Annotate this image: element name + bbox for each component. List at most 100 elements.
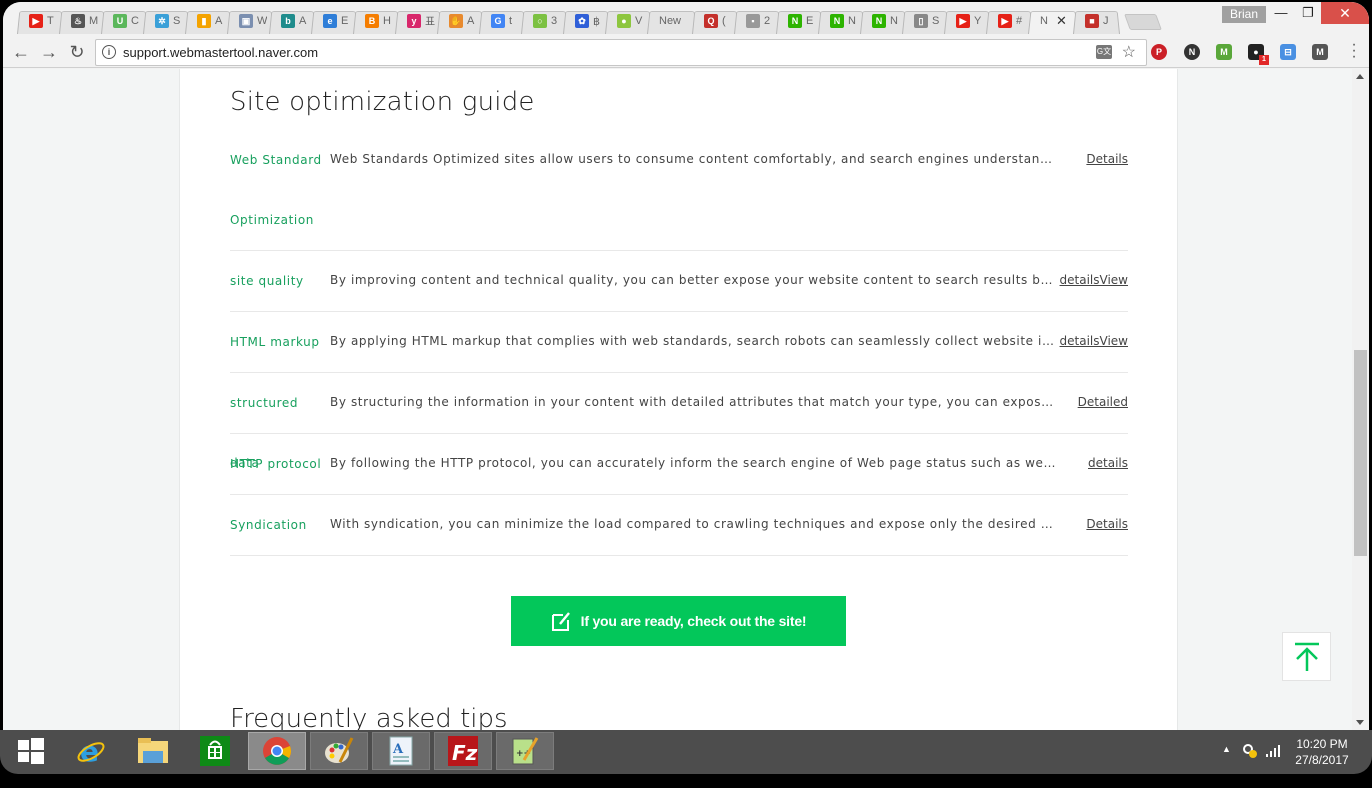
browser-tab[interactable]: ○ 3 [521, 8, 568, 34]
tab-strip: ▶ T ♨ M U C ✲ S ▮ A ▣ Wb Ae E B Hy 표 ✋ A Gt ○ 3 ✿ ฿ ● V New Q(▪ 2 N E N… [3, 2, 1369, 36]
paint-icon [325, 737, 354, 763]
paw-icon: ✿ [575, 14, 589, 28]
guide-item-description: By following the HTTP protocol, you can … [330, 456, 1060, 470]
info-icon[interactable]: i [102, 45, 116, 59]
minimize-button[interactable]: — [1266, 2, 1296, 24]
browser-tab[interactable]: ✿ ฿ [563, 8, 610, 34]
browser-tab[interactable]: ▮ A [185, 8, 232, 34]
forward-button[interactable]: → [37, 40, 61, 64]
taskbar-chrome[interactable] [248, 732, 306, 770]
taskbar-internet-explorer[interactable]: e [62, 732, 120, 770]
taskbar-wordpad[interactable]: A [372, 732, 430, 770]
new-tab-button[interactable] [1127, 14, 1159, 30]
scrollbar-thumb[interactable] [1354, 350, 1367, 556]
guide-item-title[interactable]: site quality [230, 251, 328, 311]
details-link[interactable]: Detailed [1078, 395, 1128, 409]
naver-n-icon[interactable]: N [1184, 44, 1200, 60]
tab-title: S [173, 15, 181, 27]
browser-tab[interactable]: Gt [479, 8, 526, 34]
tab-title: Y [974, 15, 982, 27]
guide-row: site quality By improving content and tec… [230, 251, 1128, 312]
guide-item-title[interactable]: Syndication [230, 495, 328, 555]
browser-tab[interactable]: ✲ S [143, 8, 190, 34]
network-signal-icon[interactable] [1266, 743, 1282, 757]
tag-extension-icon[interactable]: ⊟ [1280, 44, 1296, 60]
guide-item-title[interactable]: HTTP protocol [230, 434, 328, 494]
browser-tab[interactable]: NN [860, 8, 907, 34]
start-button[interactable] [2, 732, 60, 770]
browser-tab[interactable]: ▯ S [902, 8, 949, 34]
browser-tab[interactable]: ▣ W [227, 8, 274, 34]
tab-title: # [1016, 15, 1023, 27]
browser-tab[interactable]: UC [101, 8, 148, 34]
main-content: Site optimization guide Web Standard Opt… [179, 69, 1178, 730]
tab-title: H [383, 15, 391, 27]
browser-tab[interactable]: ▶ Y [944, 8, 991, 34]
tab-title: E [341, 15, 349, 27]
scroll-to-top-button[interactable] [1282, 632, 1331, 681]
store-icon [200, 736, 230, 766]
tab-title: ฿ [593, 15, 600, 28]
clock-date: 27/8/2017 [1295, 753, 1349, 767]
browser-tab[interactable]: NN [818, 8, 865, 34]
system-clock[interactable]: 10:20 PM 27/8/2017 [1292, 736, 1352, 768]
browser-tab[interactable]: ■ J [1073, 8, 1120, 34]
taskbar-notepad-plus-plus[interactable]: ++ [496, 732, 554, 770]
browser-tab[interactable]: ✋ A [437, 8, 484, 34]
notepad-plus-plus-icon: ++ [512, 737, 539, 765]
tab-active[interactable]: N ✕ [1028, 8, 1078, 34]
profile-button[interactable]: Brian [1222, 6, 1266, 23]
scroll-up-arrow[interactable] [1356, 74, 1364, 79]
details-link[interactable]: Details [1086, 517, 1128, 531]
browser-tab[interactable]: BH [353, 8, 400, 34]
browser-tab[interactable]: ▶ T [17, 8, 64, 34]
taskbar-paint[interactable] [310, 732, 368, 770]
browser-tab[interactable]: Q( [692, 8, 739, 34]
details-link[interactable]: detailsView [1060, 273, 1128, 287]
browser-tab[interactable]: New [647, 8, 697, 34]
browser-tab[interactable]: NE [776, 8, 823, 34]
translate-icon[interactable]: G文 [1096, 45, 1112, 59]
menu-icon[interactable]: · · · [1349, 37, 1359, 65]
url-text[interactable]: support.webmastertool.naver.com [123, 45, 318, 60]
vertical-scrollbar[interactable] [1352, 69, 1369, 730]
mask-extension-icon[interactable]: ● 1 [1248, 44, 1269, 65]
address-bar[interactable]: i support.webmastertool.naver.com G文 ☆ [95, 39, 1147, 66]
details-link[interactable]: Details [1086, 152, 1128, 166]
shield-m-icon[interactable]: M [1216, 44, 1232, 60]
image-icon: ▪ [746, 14, 760, 28]
youtube-icon: ▶ [998, 14, 1012, 28]
taskbar-file-explorer[interactable] [124, 732, 182, 770]
guide-row: HTTP protocol By following the HTTP proto… [230, 434, 1128, 495]
restore-button[interactable]: ❐ [1293, 2, 1323, 24]
browser-tab[interactable]: ♨ M [59, 8, 106, 34]
scroll-down-arrow[interactable] [1356, 720, 1364, 725]
bookmark-star-icon[interactable]: ☆ [1122, 42, 1136, 62]
browser-tab[interactable]: bA [269, 8, 316, 34]
back-button[interactable]: ← [9, 40, 33, 64]
browser-tab[interactable]: eE [311, 8, 358, 34]
browser-tab[interactable]: ▶ # [986, 8, 1033, 34]
browser-tab[interactable]: ● V [605, 8, 652, 34]
details-link[interactable]: detailsView [1060, 334, 1128, 348]
hand-icon: ✋ [449, 14, 463, 28]
check-site-button[interactable]: If you are ready, check out the site! [511, 596, 846, 646]
reload-button[interactable]: ↻ [65, 40, 89, 64]
youtube-icon: ▶ [956, 14, 970, 28]
wordpad-icon: A [389, 736, 413, 766]
browser-tab[interactable]: y표 [395, 8, 442, 34]
show-hidden-icons-button[interactable]: ▲ [1222, 744, 1231, 788]
guide-item-title[interactable]: Web Standard Optimization [230, 130, 328, 250]
action-center-icon[interactable] [1242, 743, 1258, 759]
close-tab-icon[interactable]: ✕ [1056, 13, 1067, 29]
m-extension-icon[interactable]: M [1312, 44, 1328, 60]
guide-item-title[interactable]: HTML markup [230, 312, 328, 372]
clock-time: 10:20 PM [1296, 737, 1348, 751]
taskbar-store[interactable] [186, 732, 244, 770]
details-link[interactable]: details [1088, 456, 1128, 470]
taskbar-filezilla[interactable]: Fz [434, 732, 492, 770]
pinterest-icon[interactable]: P [1151, 44, 1167, 60]
browser-tab[interactable]: ▪ 2 [734, 8, 781, 34]
analytics-icon: ▮ [197, 14, 211, 28]
close-window-button[interactable]: ✕ [1321, 2, 1369, 24]
